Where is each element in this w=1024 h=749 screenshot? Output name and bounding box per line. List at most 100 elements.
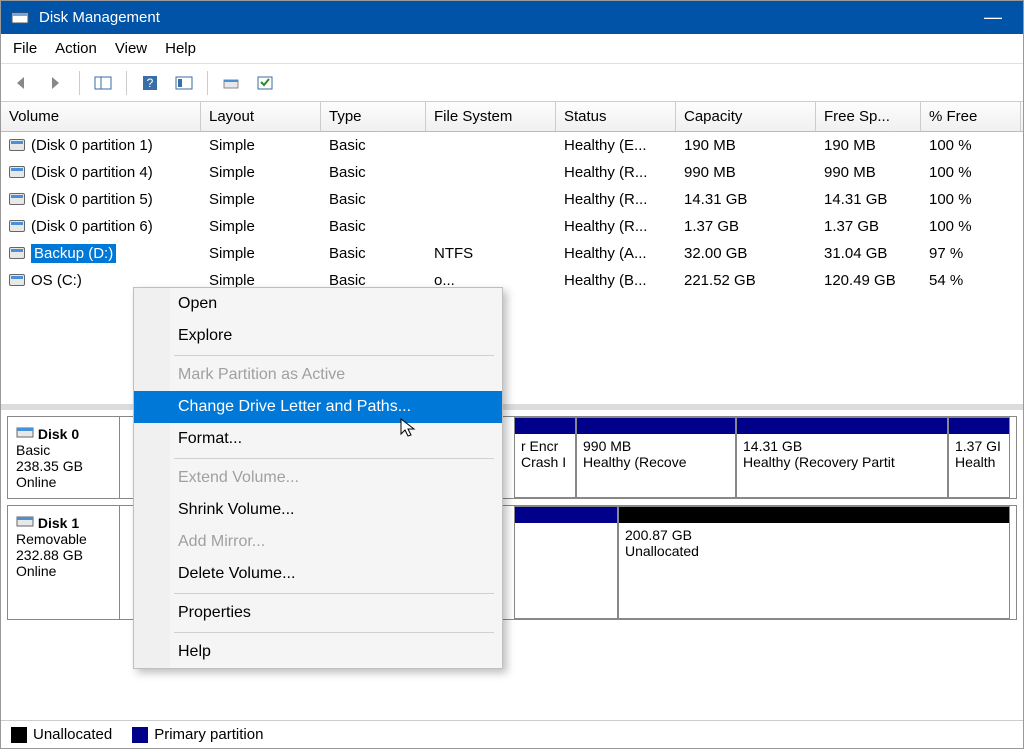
partition-stripe [737,418,947,434]
disk-name: Disk 1 [38,515,79,531]
help-button[interactable]: ? [137,70,163,96]
ctx-delete-volume[interactable]: Delete Volume... [134,558,502,590]
volume-free: 990 MB [816,162,921,183]
volume-name: (Disk 0 partition 4) [31,164,153,181]
partition-stripe [619,507,1009,523]
col-free[interactable]: Free Sp... [816,102,921,131]
menu-action[interactable]: Action [55,40,97,57]
volume-layout: Simple [201,189,321,210]
volume-row[interactable]: (Disk 0 partition 4)SimpleBasicHealthy (… [1,159,1023,186]
partition-stripe [949,418,1009,434]
volume-name: (Disk 0 partition 5) [31,191,153,208]
disk-size: 238.35 GB [16,458,83,474]
toolbar: ? [1,64,1023,102]
swatch-unallocated [11,727,27,743]
volume-free: 1.37 GB [816,216,921,237]
volume-type: Basic [321,162,426,183]
forward-button[interactable] [43,70,69,96]
disk-state: Online [16,563,56,579]
volume-pct: 54 % [921,270,1021,291]
window-titlebar: Disk Management — [1,1,1023,34]
col-status[interactable]: Status [556,102,676,131]
ctx-format[interactable]: Format... [134,423,502,455]
disk-name: Disk 0 [38,426,79,442]
volume-row[interactable]: (Disk 0 partition 1)SimpleBasicHealthy (… [1,132,1023,159]
col-type[interactable]: Type [321,102,426,131]
settings-button[interactable] [171,70,197,96]
menubar: File Action View Help [1,34,1023,64]
volume-free: 120.49 GB [816,270,921,291]
back-button[interactable] [9,70,35,96]
volume-capacity: 32.00 GB [676,243,816,264]
partition-block[interactable]: 14.31 GBHealthy (Recovery Partit [736,417,948,498]
partition-block[interactable]: 200.87 GBUnallocated [618,506,1010,619]
volume-capacity: 190 MB [676,135,816,156]
refresh-button[interactable] [218,70,244,96]
partition-size: 200.87 GB [625,527,1003,543]
drive-icon [9,166,25,178]
volume-pct: 100 % [921,189,1021,210]
app-icon [11,9,29,27]
partition-status: Healthy (Recovery Partit [743,454,941,470]
col-filesystem[interactable]: File System [426,102,556,131]
col-layout[interactable]: Layout [201,102,321,131]
partition-status: Crash I [521,454,569,470]
partition-status: Healthy (Recove [583,454,729,470]
partition-size: 1.37 GI [955,438,1003,454]
window-title: Disk Management [39,9,160,26]
volume-row[interactable]: (Disk 0 partition 6)SimpleBasicHealthy (… [1,213,1023,240]
partition-size: r Encr [521,438,569,454]
show-hide-console-tree-button[interactable] [90,70,116,96]
volume-capacity: 1.37 GB [676,216,816,237]
partition-size: 990 MB [583,438,729,454]
minimize-button[interactable]: — [973,7,1013,28]
drive-icon [9,247,25,259]
partition-block[interactable]: r EncrCrash I [514,417,576,498]
volume-fs [426,135,556,156]
col-volume[interactable]: Volume [1,102,201,131]
ctx-help[interactable]: Help [134,636,502,668]
partition-block[interactable]: 1.37 GIHealth [948,417,1010,498]
legend-unallocated: Unallocated [33,726,112,743]
disk-label[interactable]: Disk 0 Basic 238.35 GB Online [8,417,120,498]
ctx-shrink-volume[interactable]: Shrink Volume... [134,494,502,526]
disk-label[interactable]: Disk 1 Removable 232.88 GB Online [8,506,120,619]
volume-fs [426,189,556,210]
drive-icon [9,220,25,232]
volume-row[interactable]: (Disk 0 partition 5)SimpleBasicHealthy (… [1,186,1023,213]
volume-pct: 100 % [921,162,1021,183]
volume-name: (Disk 0 partition 1) [31,137,153,154]
volume-status: Healthy (E... [556,135,676,156]
context-menu: Open Explore Mark Partition as Active Ch… [133,287,503,669]
volume-pct: 97 % [921,243,1021,264]
ctx-properties[interactable]: Properties [134,597,502,629]
partition-stripe [515,418,575,434]
ctx-change-drive-letter[interactable]: Change Drive Letter and Paths... [134,391,502,423]
legend-primary: Primary partition [154,726,263,743]
col-pct[interactable]: % Free [921,102,1021,131]
menu-file[interactable]: File [13,40,37,57]
volume-type: Basic [321,216,426,237]
menu-help[interactable]: Help [165,40,196,57]
menu-view[interactable]: View [115,40,147,57]
volume-layout: Simple [201,135,321,156]
partition-status: Health [955,454,1003,470]
drive-icon [9,139,25,151]
volume-row[interactable]: Backup (D:)SimpleBasicNTFSHealthy (A...3… [1,240,1023,267]
disk-size: 232.88 GB [16,547,83,563]
partition-size: 14.31 GB [743,438,941,454]
volume-status: Healthy (R... [556,216,676,237]
volume-pct: 100 % [921,216,1021,237]
ctx-open[interactable]: Open [134,288,502,320]
legend: Unallocated Primary partition [1,720,1023,748]
volume-layout: Simple [201,162,321,183]
col-capacity[interactable]: Capacity [676,102,816,131]
partition-block[interactable] [514,506,618,619]
ctx-explore[interactable]: Explore [134,320,502,352]
drive-icon [9,274,25,286]
svg-text:?: ? [147,76,154,90]
partition-stripe [577,418,735,434]
drive-icon [9,193,25,205]
properties-icon-button[interactable] [252,70,278,96]
partition-block[interactable]: 990 MBHealthy (Recove [576,417,736,498]
